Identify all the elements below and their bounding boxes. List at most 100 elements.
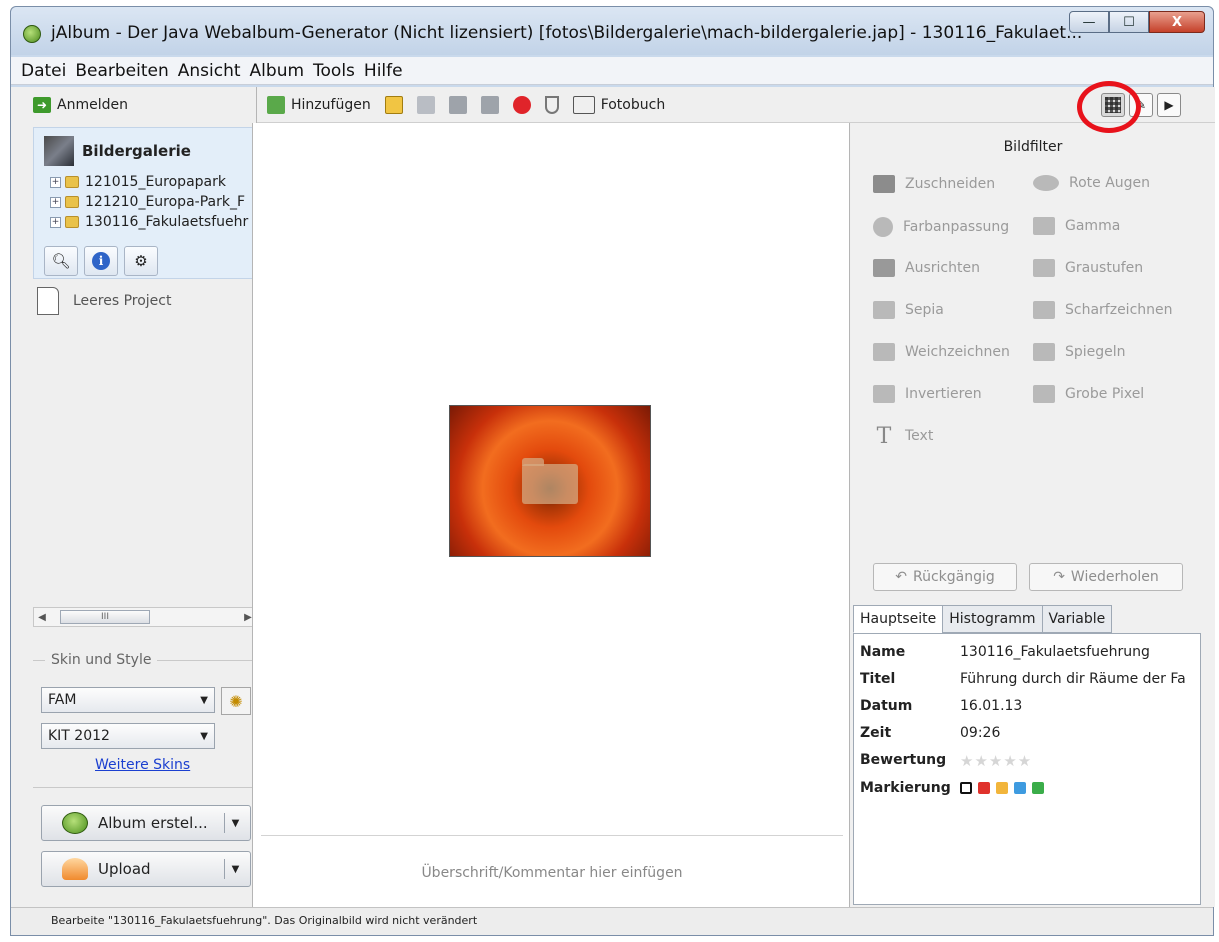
- pixelate-icon: [1033, 385, 1055, 403]
- menu-ansicht[interactable]: Ansicht: [178, 61, 241, 81]
- align-icon: [873, 259, 895, 277]
- folder-icon: [65, 216, 79, 228]
- caption-divider: [261, 835, 843, 836]
- login-link[interactable]: ➜ Anmelden: [33, 97, 128, 113]
- horizontal-scrollbar[interactable]: ◀ III ▶: [33, 607, 257, 627]
- redo-label: Wiederholen: [1070, 569, 1159, 585]
- photobook-icon[interactable]: [572, 95, 595, 114]
- toolbar: Hinzufügen Fotobuch: [257, 87, 1215, 123]
- prop-key: Titel: [860, 671, 896, 687]
- up-folder-icon[interactable]: [416, 95, 435, 114]
- tab-variable[interactable]: Variable: [1041, 605, 1113, 633]
- prop-value[interactable]: Führung durch dir Räume der Fa: [960, 671, 1196, 687]
- photobook-button[interactable]: Fotobuch: [601, 97, 666, 113]
- filter-mirror[interactable]: Spiegeln: [1033, 343, 1126, 361]
- rotate-left-icon[interactable]: [448, 95, 467, 114]
- prop-key: Name: [860, 644, 906, 660]
- upload-dropdown-icon[interactable]: ▼: [224, 859, 246, 879]
- add-icon[interactable]: [267, 95, 285, 114]
- undo-button[interactable]: ↶ Rückgängig: [873, 563, 1017, 591]
- search-button[interactable]: 🔍︎: [44, 246, 78, 276]
- info-button[interactable]: i: [84, 246, 118, 276]
- filter-align[interactable]: Ausrichten: [873, 259, 980, 277]
- filter-label: Scharfzeichnen: [1065, 302, 1173, 318]
- upload-button[interactable]: Upload ▼: [41, 851, 251, 887]
- settings-button[interactable]: ⚙: [124, 246, 158, 276]
- make-album-button[interactable]: Album erstel... ▼: [41, 805, 251, 841]
- expand-icon[interactable]: +: [50, 176, 61, 188]
- scroll-left-icon[interactable]: ◀: [34, 612, 50, 623]
- menu-tools[interactable]: Tools: [313, 61, 355, 81]
- upload-icon: [62, 858, 88, 880]
- filter-blur[interactable]: Weichzeichnen: [873, 343, 1010, 361]
- login-label: Anmelden: [57, 97, 128, 113]
- tree-root[interactable]: Bildergalerie: [44, 136, 191, 166]
- redo-button[interactable]: ↷ Wiederholen: [1029, 563, 1183, 591]
- make-album-dropdown-icon[interactable]: ▼: [224, 813, 246, 833]
- blur-icon: [873, 343, 895, 361]
- filter-invert[interactable]: Invertieren: [873, 385, 982, 403]
- expand-icon[interactable]: +: [50, 216, 61, 228]
- filter-sepia[interactable]: Sepia: [873, 301, 944, 319]
- add-button[interactable]: Hinzufügen: [291, 97, 371, 113]
- folder-icon: [65, 196, 79, 208]
- close-button[interactable]: X: [1149, 11, 1205, 33]
- empty-project-item[interactable]: Leeres Project: [37, 287, 172, 315]
- chevron-down-icon: ▼: [200, 694, 208, 706]
- menu-bearbeiten[interactable]: Bearbeiten: [75, 61, 168, 81]
- filter-color-adjust[interactable]: Farbanpassung: [873, 217, 1009, 237]
- filter-red-eye[interactable]: Rote Augen: [1033, 175, 1150, 191]
- rating-stars[interactable]: ★★★★★: [960, 752, 1032, 770]
- skin-settings-button[interactable]: ✺: [221, 687, 251, 715]
- prop-value[interactable]: 16.01.13: [960, 698, 1196, 714]
- filter-sharpen[interactable]: Scharfzeichnen: [1033, 301, 1173, 319]
- prop-value[interactable]: 09:26: [960, 725, 1196, 741]
- filter-text[interactable]: T Text: [873, 424, 934, 449]
- new-folder-icon[interactable]: [384, 95, 403, 114]
- menu-hilfe[interactable]: Hilfe: [364, 61, 403, 81]
- tab-histogram[interactable]: Histogramm: [942, 605, 1043, 633]
- menu-datei[interactable]: Datei: [21, 61, 66, 81]
- tree-item[interactable]: + 121015_Europapark: [50, 174, 256, 190]
- filter-label: Invertieren: [905, 386, 982, 402]
- frog-icon: [62, 812, 88, 834]
- preview-view-button[interactable]: ▶: [1157, 93, 1181, 117]
- filter-label: Rote Augen: [1069, 175, 1151, 191]
- filter-icon[interactable]: [544, 95, 559, 114]
- style-select[interactable]: KIT 2012 ▼: [41, 723, 215, 749]
- filter-grayscale[interactable]: Graustufen: [1033, 259, 1143, 277]
- filter-label: Farbanpassung: [903, 219, 1010, 235]
- tree-item[interactable]: + 130116_Fakulaetsfuehr: [50, 214, 256, 230]
- info-icon: i: [92, 252, 110, 270]
- scroll-thumb[interactable]: III: [60, 610, 150, 624]
- skin-select[interactable]: FAM ▼: [41, 687, 215, 713]
- tab-main[interactable]: Hauptseite: [853, 605, 944, 633]
- minimize-button[interactable]: —: [1069, 11, 1109, 33]
- search-icon: 🔍︎: [51, 252, 71, 270]
- mark-yellow[interactable]: [996, 782, 1008, 794]
- caption-input[interactable]: Überschrift/Kommentar hier einfügen: [253, 865, 851, 881]
- title-bar: jAlbum - Der Java Webalbum-Generator (Ni…: [11, 7, 1213, 55]
- skin-style-label: Skin und Style: [51, 652, 152, 668]
- tree-root-label: Bildergalerie: [82, 142, 191, 160]
- more-skins-link[interactable]: Weitere Skins: [95, 757, 190, 773]
- preview-image[interactable]: [449, 405, 651, 557]
- filter-gamma[interactable]: Gamma: [1033, 217, 1120, 235]
- filter-pixelate[interactable]: Grobe Pixel: [1033, 385, 1144, 403]
- tree-item[interactable]: + 121210_Europa-Park_F: [50, 194, 256, 210]
- image-viewer: Überschrift/Kommentar hier einfügen: [252, 123, 850, 907]
- prop-key: Markierung: [860, 780, 951, 796]
- mark-red[interactable]: [978, 782, 990, 794]
- mark-green[interactable]: [1032, 782, 1044, 794]
- filter-label: Text: [905, 428, 934, 444]
- rotate-right-icon[interactable]: [480, 95, 499, 114]
- expand-icon[interactable]: +: [50, 196, 61, 208]
- prop-value[interactable]: 130116_Fakulaetsfuehrung: [960, 644, 1196, 660]
- mark-blue[interactable]: [1014, 782, 1026, 794]
- delete-icon[interactable]: [512, 95, 531, 114]
- chevron-down-icon: ▼: [200, 730, 208, 742]
- filter-crop[interactable]: Zuschneiden: [873, 175, 995, 193]
- maximize-button[interactable]: ☐: [1109, 11, 1149, 33]
- mark-none[interactable]: [960, 782, 972, 794]
- menu-album[interactable]: Album: [250, 61, 304, 81]
